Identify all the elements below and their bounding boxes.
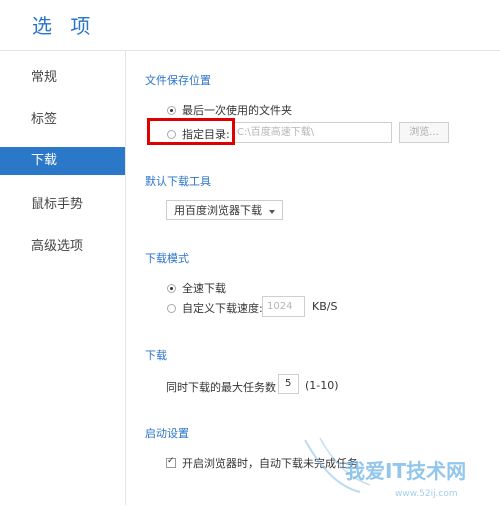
- dialog-header: 选 项: [0, 0, 500, 51]
- download-tool-dropdown[interactable]: 用百度浏览器下载: [166, 200, 283, 220]
- sidebar-item-tabs[interactable]: 标签: [0, 106, 125, 133]
- custom-speed-option[interactable]: 自定义下载速度:: [167, 300, 263, 316]
- watermark-brand: 我爱IT技术网: [345, 459, 466, 483]
- max-tasks-input[interactable]: 5: [278, 374, 299, 394]
- resume-on-start-option[interactable]: 开启浏览器时，自动下载未完成任务: [166, 455, 358, 471]
- save-location-heading: 文件保存位置: [145, 74, 211, 87]
- browse-button[interactable]: 浏览...: [399, 122, 449, 143]
- specified-folder-radio[interactable]: [167, 129, 176, 139]
- last-used-folder-option[interactable]: 最后一次使用的文件夹: [167, 102, 292, 118]
- max-tasks-range: (1-10): [305, 379, 339, 392]
- specified-folder-option[interactable]: 指定目录:: [167, 126, 230, 142]
- startup-heading: 启动设置: [145, 427, 189, 440]
- default-tool-heading: 默认下载工具: [145, 175, 211, 188]
- speed-unit-label: KB/S: [312, 300, 337, 313]
- dialog-title: 选 项: [32, 14, 97, 38]
- max-tasks-label: 同时下载的最大任务数: [166, 379, 276, 395]
- full-speed-option[interactable]: 全速下载: [167, 280, 226, 296]
- sidebar-item-mouse-gestures[interactable]: 鼠标手势: [0, 191, 125, 218]
- speed-limit-input[interactable]: 1024: [262, 296, 305, 317]
- custom-speed-radio[interactable]: [167, 303, 176, 313]
- full-speed-label: 全速下载: [182, 282, 226, 295]
- speed-unit-text: KB/S: [312, 300, 338, 313]
- sidebar-item-advanced[interactable]: 高级选项: [0, 233, 125, 260]
- resume-on-start-label: 开启浏览器时，自动下载未完成任务: [182, 457, 358, 470]
- watermark-url: www.52ij.com: [395, 489, 458, 499]
- save-path-input[interactable]: C:\百度高速下载\: [232, 122, 392, 143]
- options-sidebar: 常规 标签 下载 鼠标手势 高级选项: [0, 51, 126, 505]
- full-speed-radio[interactable]: [167, 283, 176, 293]
- sidebar-item-general[interactable]: 常规: [0, 64, 125, 91]
- download-mode-heading: 下载模式: [145, 252, 189, 265]
- download-tasks-heading: 下载: [145, 349, 167, 362]
- resume-on-start-checkbox[interactable]: [166, 456, 176, 468]
- download-tool-selected: 用百度浏览器下载: [174, 204, 262, 217]
- max-tasks-text: 同时下载的最大任务数: [166, 381, 276, 394]
- custom-speed-label: 自定义下载速度:: [182, 302, 263, 315]
- specified-folder-label: 指定目录:: [182, 128, 230, 141]
- last-used-folder-label: 最后一次使用的文件夹: [182, 104, 292, 117]
- sidebar-item-download[interactable]: 下载: [0, 147, 125, 175]
- chevron-down-icon: [269, 210, 275, 214]
- last-used-folder-radio[interactable]: [167, 105, 176, 115]
- max-tasks-range-text: (1-10): [305, 379, 339, 392]
